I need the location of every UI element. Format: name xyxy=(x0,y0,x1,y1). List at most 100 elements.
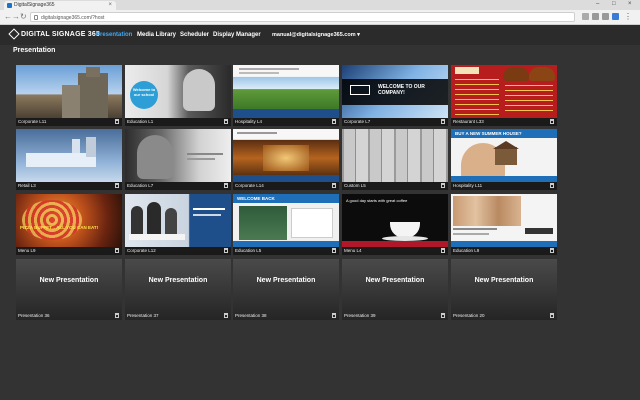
tile-caption: Hospitality L11 xyxy=(453,183,483,188)
presentation-tile[interactable]: WELCOME BACK Education L5 xyxy=(233,194,339,255)
presentation-tile[interactable]: PIZZA BUFFET... ALL YOU CAN EAT! Menu L9 xyxy=(16,194,122,255)
forward-button[interactable]: → xyxy=(12,12,20,22)
tile-caption-bar: Custom L5 xyxy=(342,182,448,190)
tile-caption-bar: Presentation 38 xyxy=(233,312,339,320)
presentation-tile[interactable]: Retail L3 xyxy=(16,129,122,190)
tile-caption: Education L7 xyxy=(127,183,154,188)
maximize-button[interactable]: □ xyxy=(612,0,616,9)
thumbnail: PIZZA BUFFET... ALL YOU CAN EAT! xyxy=(16,194,122,247)
minimize-button[interactable]: – xyxy=(596,0,599,9)
tile-caption: Custom L5 xyxy=(344,183,366,188)
presentation-tile[interactable]: Education L9 xyxy=(451,194,557,255)
tile-overlay-text: WELCOME BACK xyxy=(237,196,275,201)
extension-icon[interactable] xyxy=(602,13,609,20)
tab-title: DigitalSignage365 xyxy=(14,2,55,8)
thumbnail xyxy=(233,65,339,118)
trash-icon[interactable] xyxy=(332,313,336,318)
presentation-tile[interactable]: Corporate L12 xyxy=(125,194,231,255)
trash-icon[interactable] xyxy=(441,183,445,188)
trash-icon[interactable] xyxy=(550,119,554,124)
reload-button[interactable]: ↻ xyxy=(20,12,27,22)
nav-presentation[interactable]: Presentation xyxy=(96,30,132,40)
presentation-tile[interactable]: A good day starts with great coffee Menu… xyxy=(342,194,448,255)
address-bar[interactable]: digitalsignage365.com/?host xyxy=(30,12,575,22)
trash-icon[interactable] xyxy=(550,313,554,318)
trash-icon[interactable] xyxy=(332,119,336,124)
presentation-tile[interactable]: Corporate L11 xyxy=(16,65,122,126)
new-presentation-tile[interactable]: New Presentation Presentation 37 xyxy=(125,259,231,320)
tile-caption-bar: Retail L3 xyxy=(16,182,122,190)
trash-icon[interactable] xyxy=(550,183,554,188)
star-icon[interactable] xyxy=(582,13,589,20)
thumbnail xyxy=(16,129,122,182)
tile-caption-bar: Presentation 36 xyxy=(16,312,122,320)
tile-caption: Corporate L11 xyxy=(18,119,47,124)
tile-caption-bar: Presentation 37 xyxy=(125,312,231,320)
tile-caption: Education L5 xyxy=(235,248,262,253)
extension-icon[interactable] xyxy=(592,13,599,20)
tile-overlay-text: PIZZA BUFFET... ALL YOU CAN EAT! xyxy=(20,225,99,230)
tile-caption: Menu L4 xyxy=(344,248,362,253)
lock-icon xyxy=(34,15,38,20)
trash-icon[interactable] xyxy=(224,248,228,253)
app-header: DIGITAL SIGNAGE 365 Presentation Media L… xyxy=(0,25,640,45)
menu-icon[interactable]: ⋮ xyxy=(624,13,632,21)
trash-icon[interactable] xyxy=(550,248,554,253)
new-presentation-tile[interactable]: New Presentation Presentation 36 xyxy=(16,259,122,320)
trash-icon[interactable] xyxy=(224,183,228,188)
user-menu[interactable]: manual@digitalsignage365.com ▾ xyxy=(272,30,360,40)
tile-caption: Education L1 xyxy=(127,119,154,124)
favicon-icon xyxy=(7,3,12,8)
new-presentation-tile[interactable]: New Presentation Presentation 38 xyxy=(233,259,339,320)
thumbnail xyxy=(16,65,122,118)
thumbnail: BUY A NEW SUMMER HOUSE? xyxy=(451,129,557,182)
tile-caption-bar: Presentation 20 xyxy=(451,312,557,320)
logo[interactable]: DIGITAL SIGNAGE 365 xyxy=(8,28,100,40)
tile-caption: Hospitality L4 xyxy=(235,119,263,124)
browser-tab[interactable]: DigitalSignage365 × xyxy=(4,1,116,10)
presentation-tile[interactable]: WELCOME TO OUR COMPANY! Corporate L7 xyxy=(342,65,448,126)
presentation-tile[interactable]: Welcome to our school Education L1 xyxy=(125,65,231,126)
new-presentation-label: New Presentation xyxy=(474,277,534,284)
presentation-tile[interactable]: Restaurant L33 xyxy=(451,65,557,126)
nav-display-manager[interactable]: Display Manager xyxy=(213,30,261,40)
presentation-tile[interactable]: Corporate L14 xyxy=(233,129,339,190)
tile-caption: Menu L9 xyxy=(18,248,36,253)
nav-row: ← → ↻ digitalsignage365.com/?host ⋮ xyxy=(0,11,640,23)
tile-caption-bar: Education L7 xyxy=(125,182,231,190)
close-window-button[interactable]: × xyxy=(628,0,632,9)
new-presentation-tile[interactable]: New Presentation Presentation 39 xyxy=(342,259,448,320)
tile-caption-bar: Corporate L14 xyxy=(233,182,339,190)
trash-icon[interactable] xyxy=(224,313,228,318)
trash-icon[interactable] xyxy=(115,119,119,124)
tile-caption: Corporate L14 xyxy=(235,183,264,188)
nav-scheduler[interactable]: Scheduler xyxy=(180,30,209,40)
trash-icon[interactable] xyxy=(332,248,336,253)
thumbnail: WELCOME BACK xyxy=(233,194,339,247)
trash-icon[interactable] xyxy=(332,183,336,188)
presentation-tile[interactable]: Hospitality L4 xyxy=(233,65,339,126)
presentation-tile[interactable]: BUY A NEW SUMMER HOUSE? Hospitality L11 xyxy=(451,129,557,190)
new-presentation-tile[interactable]: New Presentation Presentation 20 xyxy=(451,259,557,320)
presentation-tile[interactable]: Custom L5 xyxy=(342,129,448,190)
tile-caption-bar: Education L1 xyxy=(125,118,231,126)
trash-icon[interactable] xyxy=(115,248,119,253)
trash-icon[interactable] xyxy=(115,313,119,318)
nav-media-library[interactable]: Media Library xyxy=(137,30,176,40)
tile-caption-bar: Corporate L7 xyxy=(342,118,448,126)
presentation-tile[interactable]: Education L7 xyxy=(125,129,231,190)
back-button[interactable]: ← xyxy=(4,12,12,22)
trash-icon[interactable] xyxy=(441,248,445,253)
trash-icon[interactable] xyxy=(115,183,119,188)
tile-caption-bar: Menu L4 xyxy=(342,247,448,255)
new-presentation-label: New Presentation xyxy=(365,277,425,284)
tile-caption: Presentation 37 xyxy=(127,313,159,318)
tile-caption: Education L9 xyxy=(453,248,480,253)
extension-icon[interactable] xyxy=(612,13,619,20)
trash-icon[interactable] xyxy=(441,313,445,318)
tile-overlay-text: A good day starts with great coffee xyxy=(346,198,408,203)
trash-icon[interactable] xyxy=(441,119,445,124)
trash-icon[interactable] xyxy=(224,119,228,124)
tab-close-icon[interactable]: × xyxy=(108,1,112,10)
thumbnail xyxy=(125,194,231,247)
